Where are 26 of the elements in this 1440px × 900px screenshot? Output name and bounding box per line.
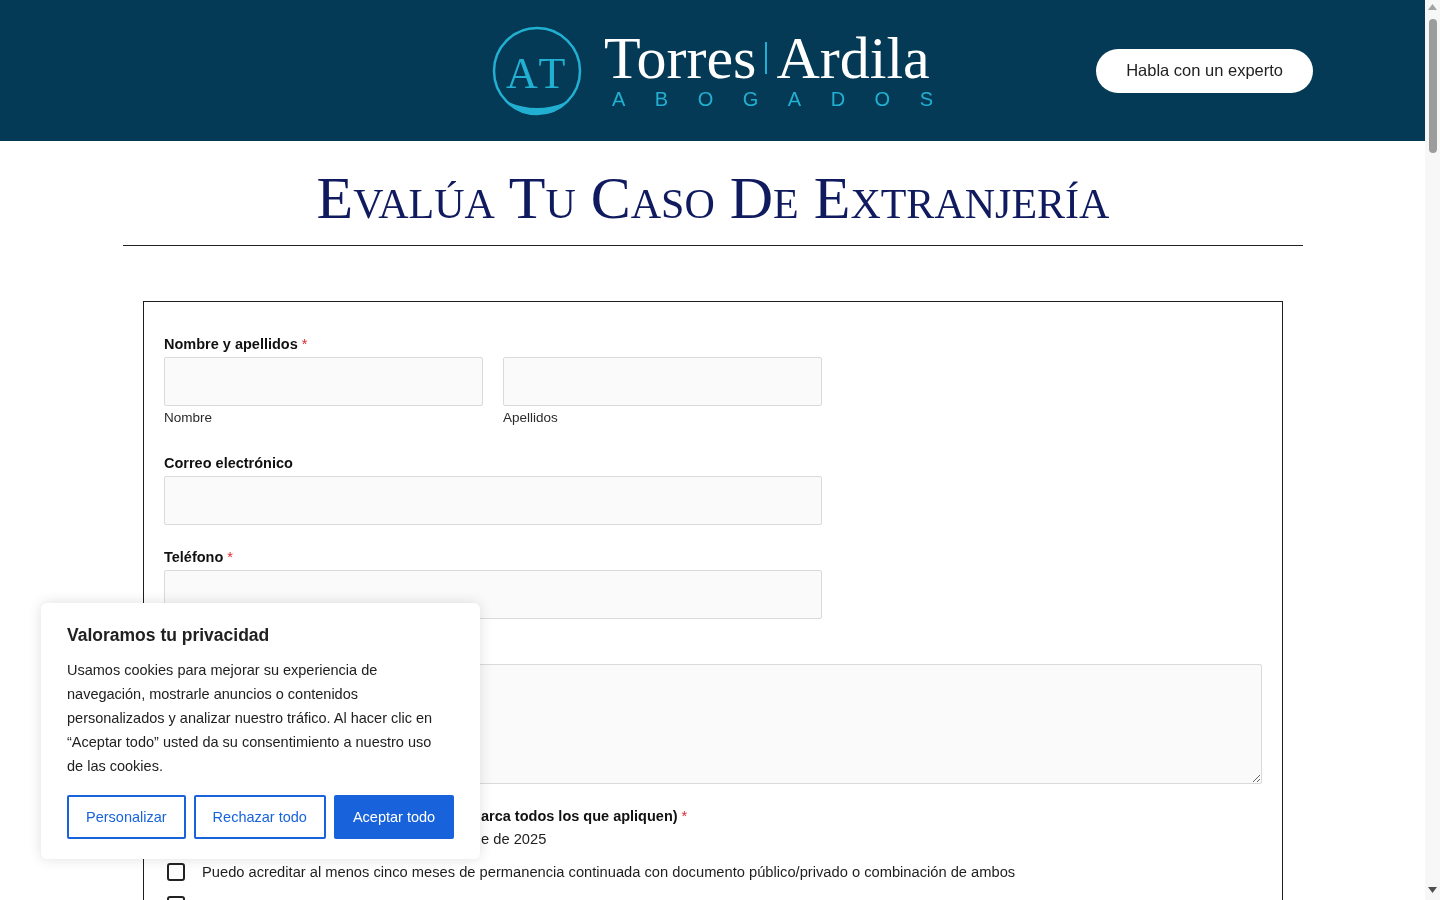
cta-button[interactable]: Habla con un experto xyxy=(1096,48,1313,93)
checkbox-label: e de 2025 xyxy=(481,830,547,849)
field-label: Correo electrónico xyxy=(164,454,293,473)
scroll-up-arrow-icon[interactable] xyxy=(1428,4,1437,10)
field-sublabel: Nombre xyxy=(164,409,212,427)
checkbox[interactable] xyxy=(167,863,185,881)
logo-name: Ardila xyxy=(776,31,930,84)
input-field[interactable] xyxy=(503,357,822,406)
field-label: Nombre y apellidos * xyxy=(164,335,308,354)
input-field[interactable] xyxy=(164,476,822,525)
logo-name: Torres xyxy=(604,31,757,84)
page-title: Evalúa Tu Caso De Extranjería xyxy=(315,164,1111,233)
cookie-title: Valoramos tu privacidad xyxy=(67,624,270,647)
checkbox-label: Puedo acreditar al menos cinco meses de permanencia continuada con documento público/privado o combinación de ambos xyxy=(202,863,1016,882)
scrollbar-thumb[interactable] xyxy=(1428,19,1437,153)
cookie-button[interactable]: Aceptar todo xyxy=(333,795,455,839)
cookie-button[interactable]: Personalizar xyxy=(67,795,186,839)
cookie-button[interactable]: Rechazar todo xyxy=(193,795,326,839)
cookie-text: Usamos cookies para mejorar su experiencia de navegación, mostrarle anuncios o contenidos personalizados y analizar nuestro tráfico. Al hacer clic en “Aceptar todo” usted da su consentimiento a nuestro uso de las cookies. xyxy=(67,661,434,776)
scroll-down-arrow-icon[interactable] xyxy=(1428,887,1437,893)
field-label: arca todos los que apliquen) * xyxy=(481,807,688,826)
field-label: Teléfono * xyxy=(164,548,233,567)
field-sublabel: Apellidos xyxy=(503,409,558,427)
logo-emblem: AT xyxy=(492,25,582,116)
logo-tagline: ABOGADOS xyxy=(612,87,963,110)
input-field[interactable] xyxy=(164,357,483,406)
